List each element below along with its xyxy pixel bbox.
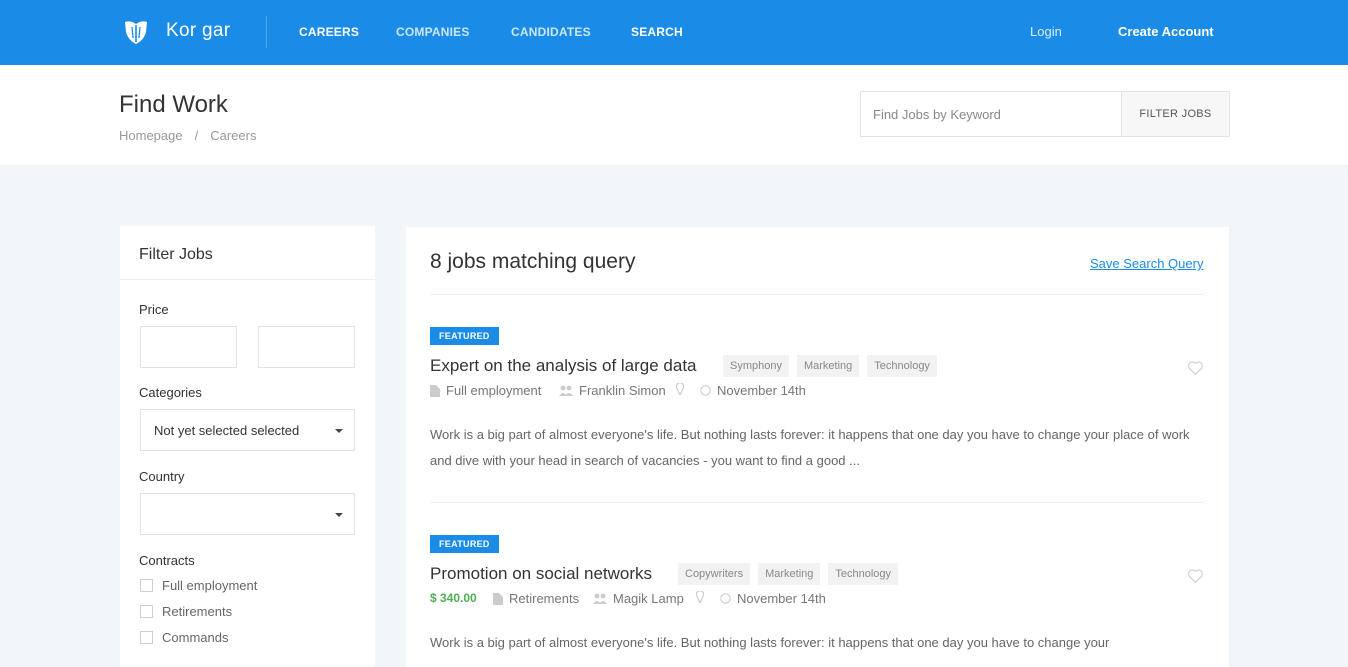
chevron-down-icon [335, 513, 343, 517]
job-tag[interactable]: Copywriters [678, 563, 751, 585]
results-divider [430, 294, 1204, 295]
breadcrumb: Homepage / Careers [119, 128, 256, 143]
heart-icon[interactable] [1187, 360, 1204, 376]
job-title[interactable]: Promotion on social networks [430, 564, 652, 584]
top-navbar: Kor gar CAREERS COMPANIES CANDIDATES SEA… [0, 0, 1348, 65]
job-tag[interactable]: Technology [828, 563, 899, 585]
filter-jobs-button[interactable]: FILTER JOBS [1121, 91, 1230, 137]
nav-divider [266, 16, 267, 48]
job-company[interactable]: Magik Lamp [613, 591, 684, 606]
logo-icon[interactable] [122, 18, 150, 46]
filter-sidebar: Filter Jobs Price Categories Not yet sel… [120, 226, 375, 666]
job-tags: Symphony Marketing Technology [723, 355, 937, 377]
price-min-input[interactable] [140, 326, 237, 368]
price-label: Price [139, 302, 169, 317]
page-header: Find Work Homepage / Careers FILTER JOBS [0, 65, 1348, 165]
featured-badge: FEATURED [430, 327, 499, 345]
job-description: Work is a big part of almost everyone's … [430, 427, 1190, 468]
checkbox[interactable] [140, 579, 153, 592]
featured-badge: FEATURED [430, 535, 499, 553]
results-panel: 8 jobs matching query Save Search Query … [406, 227, 1229, 667]
job-description: Work is a big part of almost everyone's … [430, 635, 1110, 650]
clock-icon [700, 385, 711, 396]
job-contract: Retirements [509, 591, 580, 606]
heart-icon[interactable] [1187, 568, 1204, 584]
nav-search[interactable]: SEARCH [631, 25, 683, 39]
breadcrumb-separator: / [194, 128, 199, 143]
page-title: Find Work [119, 91, 228, 118]
chevron-down-icon [335, 429, 343, 433]
document-icon [430, 384, 440, 397]
job-contract: Full employment [446, 383, 542, 398]
checkbox[interactable] [140, 605, 153, 618]
keyword-search-input[interactable] [860, 91, 1122, 137]
categories-select[interactable]: Not yet selected selected [140, 409, 355, 451]
sidebar-divider [120, 279, 375, 280]
breadcrumb-homepage[interactable]: Homepage [119, 128, 183, 143]
save-search-query-link[interactable]: Save Search Query [1090, 256, 1203, 271]
checkbox-label: Full employment [162, 578, 258, 593]
job-price: $ 340.00 [430, 591, 477, 605]
job-tag[interactable]: Marketing [758, 563, 821, 585]
categories-select-value: Not yet selected selected [154, 423, 300, 438]
document-icon [493, 592, 503, 605]
map-pin-icon [696, 591, 704, 603]
job-company[interactable]: Franklin Simon [579, 383, 666, 398]
login-link[interactable]: Login [1030, 24, 1062, 39]
map-pin-icon [676, 383, 684, 395]
categories-label: Categories [139, 385, 202, 400]
checkbox[interactable] [140, 631, 153, 644]
people-icon [559, 385, 573, 396]
checkbox-label: Commands [162, 630, 229, 645]
job-tag[interactable]: Symphony [723, 355, 789, 377]
nav-careers[interactable]: CAREERS [299, 25, 359, 39]
people-icon [593, 593, 607, 604]
clock-icon [720, 593, 731, 604]
nav-companies[interactable]: COMPANIES [396, 25, 470, 39]
nav-candidates[interactable]: CANDIDATES [511, 25, 591, 39]
checkbox-label: Retirements [162, 604, 233, 619]
job-tag[interactable]: Technology [867, 355, 937, 377]
sidebar-title: Filter Jobs [139, 246, 213, 263]
price-max-input[interactable] [258, 326, 355, 368]
create-account-link[interactable]: Create Account [1118, 24, 1214, 39]
job-title[interactable]: Expert on the analysis of large data [430, 356, 697, 376]
country-label: Country [139, 469, 185, 484]
results-count-title: 8 jobs matching query [430, 250, 636, 273]
brand-name[interactable]: Kor gar [166, 20, 230, 42]
job-tags: Copywriters Marketing Technology [678, 563, 899, 585]
job-divider [430, 502, 1204, 503]
country-select[interactable] [140, 493, 355, 535]
contracts-label: Contracts [139, 553, 195, 568]
job-date: November 14th [717, 383, 806, 398]
breadcrumb-careers: Careers [210, 128, 257, 143]
job-tag[interactable]: Marketing [796, 355, 860, 377]
job-date: November 14th [737, 591, 826, 606]
